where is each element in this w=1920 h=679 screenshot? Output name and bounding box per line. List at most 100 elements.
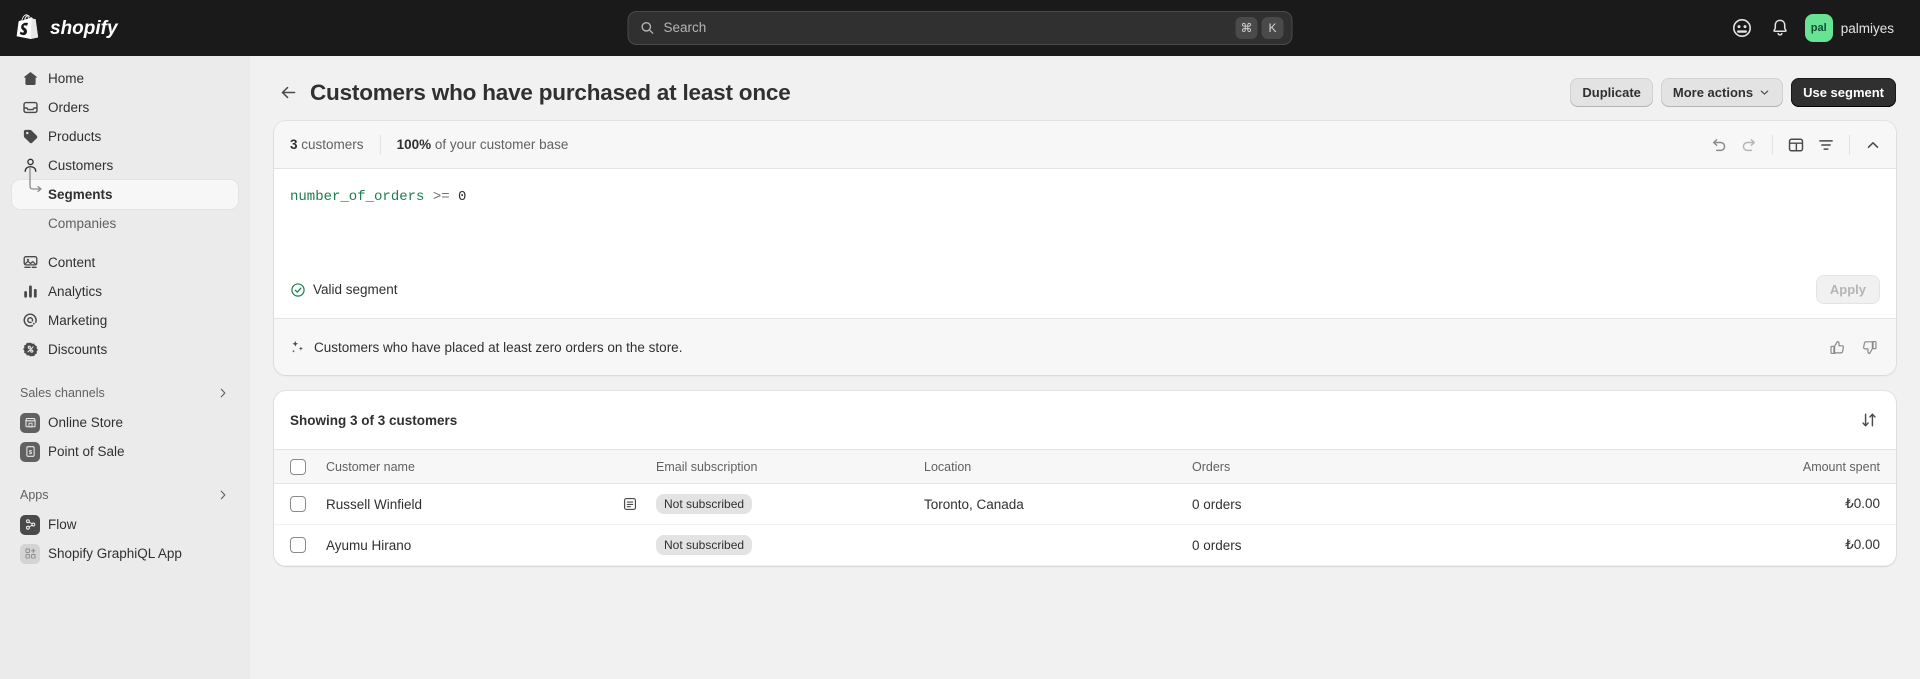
status-badge: Not subscribed bbox=[656, 535, 753, 555]
query-card-footer: Valid segment Apply bbox=[274, 265, 1896, 318]
toolbar-separator bbox=[1772, 134, 1773, 155]
search-input[interactable]: Search ⌘ K bbox=[627, 11, 1293, 45]
kbd-k: K bbox=[1261, 17, 1284, 39]
chevron-up-icon[interactable] bbox=[1858, 130, 1888, 160]
showing-count-text: Showing 3 of 3 customers bbox=[290, 412, 458, 428]
table-row[interactable]: Ayumu Hirano Not subscribed 0 orders ₺0.… bbox=[274, 524, 1896, 566]
sidebar-group-apps[interactable]: Apps bbox=[12, 482, 238, 508]
redo-icon[interactable] bbox=[1734, 130, 1764, 160]
analytics-bars-icon bbox=[20, 282, 40, 302]
sidebar-item-point-of-sale[interactable]: $ Point of Sale bbox=[12, 437, 238, 466]
select-all-header bbox=[274, 449, 318, 484]
cell-email-subscription: Not subscribed bbox=[648, 524, 916, 566]
sidebar-item-label: Marketing bbox=[48, 313, 108, 328]
suggestion-text: Customers who have placed at least zero … bbox=[314, 339, 683, 355]
row-checkbox[interactable] bbox=[290, 537, 306, 554]
svg-text:$: $ bbox=[28, 450, 32, 456]
select-all-checkbox[interactable] bbox=[290, 458, 306, 475]
apply-button[interactable]: Apply bbox=[1815, 275, 1880, 304]
customer-count-label: customers bbox=[301, 137, 364, 152]
sidebar-item-companies[interactable]: Companies bbox=[12, 209, 238, 238]
undo-icon[interactable] bbox=[1704, 130, 1734, 160]
row-select-cell bbox=[274, 483, 318, 525]
sidebar-item-segments[interactable]: Segments bbox=[12, 168, 238, 209]
segment-query-editor[interactable]: number_of_orders >= 0 bbox=[274, 169, 1896, 265]
user-menu[interactable]: pal palmiyes bbox=[1802, 11, 1904, 45]
store-preview-icon[interactable] bbox=[1726, 12, 1758, 44]
global-search[interactable]: Search ⌘ K bbox=[627, 11, 1293, 45]
customer-person-icon bbox=[20, 156, 40, 176]
check-circle-icon bbox=[290, 282, 306, 298]
row-select-cell bbox=[274, 524, 318, 566]
main-content: Customers who have purchased at least on… bbox=[250, 56, 1920, 679]
customer-name-text[interactable]: Ayumu Hirano bbox=[326, 538, 411, 553]
notifications-bell-icon[interactable] bbox=[1764, 12, 1796, 44]
sidebar-item-label: Discounts bbox=[48, 342, 108, 357]
kbd-cmd: ⌘ bbox=[1235, 17, 1258, 39]
avatar: pal bbox=[1804, 14, 1833, 42]
cell-orders: 0 orders bbox=[1184, 483, 1424, 525]
back-button[interactable] bbox=[274, 79, 302, 107]
filter-icon[interactable] bbox=[1811, 130, 1841, 160]
table-head: Customer name Email subscription Locatio… bbox=[274, 449, 1896, 484]
sidebar-item-online-store[interactable]: Online Store bbox=[12, 408, 238, 437]
use-segment-button[interactable]: Use segment bbox=[1791, 78, 1896, 107]
sidebar-item-label: Online Store bbox=[48, 415, 124, 430]
sidebar-item-content[interactable]: Content bbox=[12, 248, 238, 277]
save-view-icon[interactable] bbox=[1781, 130, 1811, 160]
home-icon bbox=[20, 69, 40, 89]
column-header-email-subscription[interactable]: Email subscription bbox=[648, 449, 916, 484]
svg-text:shopify: shopify bbox=[50, 18, 119, 39]
duplicate-button[interactable]: Duplicate bbox=[1570, 78, 1653, 107]
user-name: palmiyes bbox=[1840, 20, 1894, 36]
graphiql-icon bbox=[20, 543, 40, 564]
sidebar-item-orders[interactable]: Orders bbox=[12, 93, 238, 122]
sidebar-group-sales-channels[interactable]: Sales channels bbox=[12, 380, 238, 406]
row-checkbox[interactable] bbox=[290, 496, 306, 513]
sidebar-item-analytics[interactable]: Analytics bbox=[12, 277, 238, 306]
column-header-amount-spent[interactable]: Amount spent bbox=[1424, 449, 1896, 484]
validity-text: Valid segment bbox=[313, 282, 398, 297]
flow-icon bbox=[20, 514, 40, 535]
more-actions-button[interactable]: More actions bbox=[1660, 78, 1784, 107]
top-bar: shopify Search ⌘ K pal palmiyes bbox=[0, 0, 1920, 56]
column-header-location[interactable]: Location bbox=[916, 449, 1184, 484]
query-field-token: number_of_orders bbox=[290, 189, 425, 205]
sidebar-item-customers[interactable]: Customers bbox=[12, 151, 238, 180]
note-icon[interactable] bbox=[622, 496, 640, 512]
search-icon bbox=[640, 20, 656, 36]
sidebar: Home Orders Products Customers Segments … bbox=[0, 56, 250, 679]
sort-icon[interactable] bbox=[1854, 405, 1884, 435]
customer-name-text[interactable]: Russell Winfield bbox=[326, 497, 422, 512]
sidebar-item-products[interactable]: Products bbox=[12, 122, 238, 151]
table-row[interactable]: Russell Winfield Not subscribed Toronto,… bbox=[274, 483, 1896, 525]
sidebar-item-shopify-graphiql-app[interactable]: Shopify GraphiQL App bbox=[12, 539, 238, 568]
sidebar-item-marketing[interactable]: Marketing bbox=[12, 306, 238, 335]
sidebar-item-label: Flow bbox=[48, 517, 77, 532]
column-header-orders[interactable]: Orders bbox=[1184, 449, 1424, 484]
sidebar-group-label: Sales channels bbox=[20, 386, 105, 400]
toolbar-separator bbox=[1849, 134, 1850, 155]
thumbs-down-icon[interactable] bbox=[1854, 332, 1884, 362]
sidebar-item-label: Content bbox=[48, 255, 96, 270]
thumbs-up-icon[interactable] bbox=[1822, 332, 1852, 362]
cell-amount-spent: ₺0.00 bbox=[1424, 483, 1896, 525]
table-header-row: Customer name Email subscription Locatio… bbox=[274, 449, 1896, 484]
page-header-actions: Duplicate More actions Use segment bbox=[1570, 78, 1896, 107]
shopify-logo[interactable]: shopify bbox=[16, 13, 234, 43]
sidebar-item-flow[interactable]: Flow bbox=[12, 510, 238, 539]
pos-icon: $ bbox=[20, 441, 40, 462]
column-header-customer-name[interactable]: Customer name bbox=[318, 449, 648, 484]
sidebar-item-home[interactable]: Home bbox=[12, 64, 238, 93]
sidebar-item-discounts[interactable]: Discounts bbox=[12, 335, 238, 364]
percent-value: 100% bbox=[396, 137, 432, 152]
sidebar-item-label: Segments bbox=[48, 187, 113, 202]
cell-location bbox=[916, 524, 1184, 566]
more-actions-label: More actions bbox=[1672, 85, 1754, 100]
discount-percent-icon bbox=[20, 340, 40, 360]
shopify-wordmark: shopify bbox=[50, 17, 134, 39]
chevron-down-icon bbox=[1758, 86, 1771, 99]
cell-customer-name: Ayumu Hirano bbox=[318, 524, 648, 566]
customers-table-card: Showing 3 of 3 customers Customer name E… bbox=[274, 391, 1896, 566]
